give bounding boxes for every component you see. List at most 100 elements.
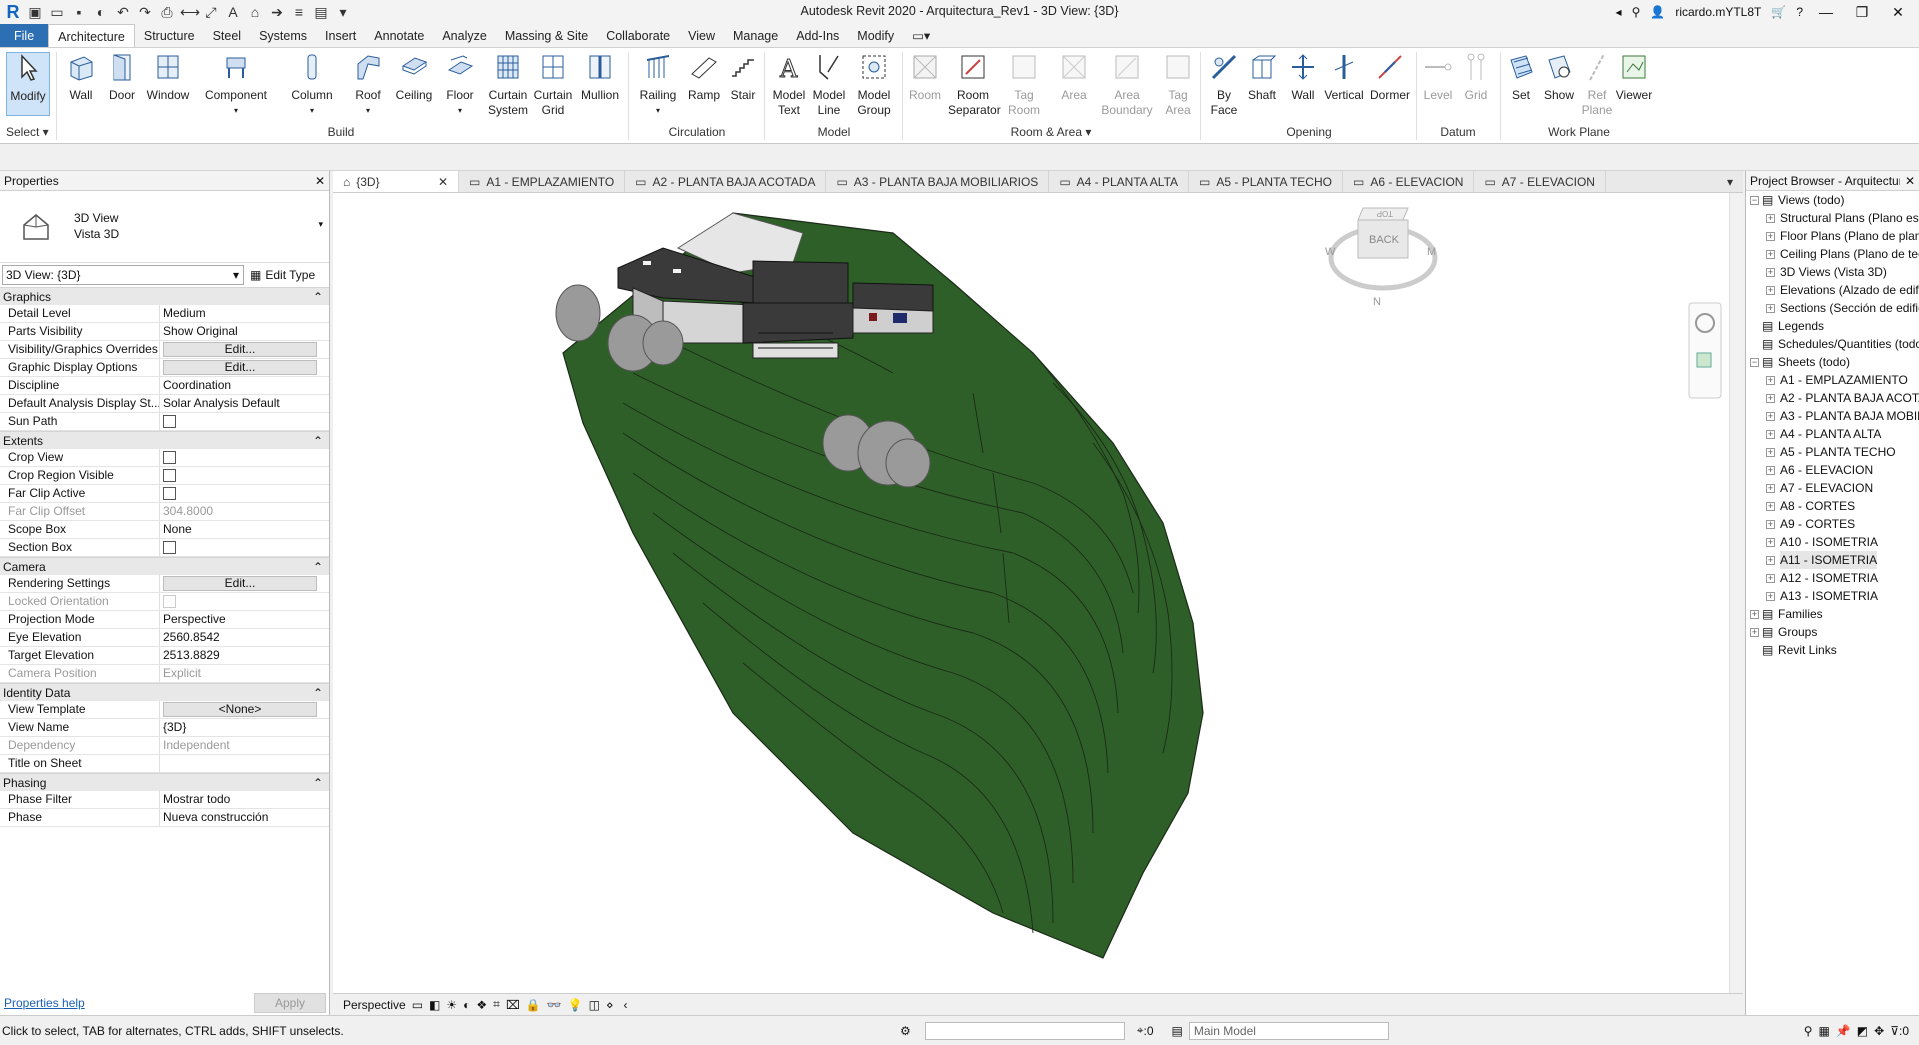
parts-visibility-value[interactable]: Show Original [160, 323, 329, 340]
column-button[interactable]: Column ▾ [286, 52, 338, 118]
browser-tree-item[interactable]: + Sections (Sección de edificio) [1746, 299, 1919, 317]
expand-icon[interactable]: + [1766, 556, 1775, 565]
view-template-button[interactable]: <None> [163, 702, 317, 717]
close-icon[interactable]: ✕ [1905, 174, 1915, 188]
tab-analyze[interactable]: Analyze [433, 24, 495, 47]
door-button[interactable]: Door [104, 52, 140, 103]
railing-button[interactable]: Railing ▾ [636, 52, 680, 118]
stair-button[interactable]: Stair [726, 52, 760, 103]
rendering-icon[interactable]: ❖ [476, 998, 487, 1012]
tab-annotate[interactable]: Annotate [365, 24, 433, 47]
curtain-grid-button[interactable]: Curtain Grid [532, 52, 574, 118]
tab-structure[interactable]: Structure [135, 24, 204, 47]
browser-tree-item[interactable]: ▤ Revit Links [1746, 641, 1919, 659]
tab-architecture[interactable]: Architecture [48, 24, 135, 47]
vg-overrides-edit-button[interactable]: Edit... [163, 342, 317, 357]
model-text-button[interactable]: A Model Text [770, 52, 808, 118]
expand-icon[interactable]: + [1750, 610, 1759, 619]
shaft-button[interactable]: Shaft [1242, 52, 1282, 103]
graphic-display-edit-button[interactable]: Edit... [163, 360, 317, 375]
tag-room-button[interactable]: Tag Room [1004, 52, 1044, 118]
expand-icon[interactable]: + [1766, 574, 1775, 583]
user-icon[interactable]: 👤 [1650, 5, 1665, 19]
ceiling-button[interactable]: Ceiling [392, 52, 436, 103]
sun-path-checkbox[interactable] [163, 415, 176, 428]
rendering-settings-edit-button[interactable]: Edit... [163, 576, 317, 591]
editable-only-icon[interactable]: ▤ [1172, 1024, 1183, 1038]
by-face-button[interactable]: By Face [1206, 52, 1242, 118]
discipline-value[interactable]: Coordination [160, 377, 329, 394]
room-area-panel-dropdown[interactable]: Room & Area ▾ [904, 125, 1198, 139]
close-window-button[interactable]: ✕ [1885, 4, 1911, 21]
title-on-sheet-value[interactable] [160, 755, 329, 772]
scope-box-value[interactable]: None [160, 521, 329, 538]
floor-button[interactable]: Floor ▾ [440, 52, 480, 118]
navigation-bar[interactable] [1688, 302, 1722, 399]
tab-sheet[interactable]: ▭ A3 - PLANTA BAJA MOBILIARIOS [826, 171, 1050, 192]
room-button[interactable]: Room [906, 52, 944, 103]
viewcube-face-top[interactable]: TOP [1377, 209, 1393, 218]
instance-filter-select[interactable]: 3D View: {3D} [2, 265, 244, 285]
model-group-button[interactable]: Model Group [852, 52, 896, 118]
wall-button[interactable]: Wall [62, 52, 100, 103]
group-camera[interactable]: Camera ⌃ [0, 557, 329, 575]
close-icon[interactable]: ✕ [315, 174, 325, 188]
show-button[interactable]: Show [1540, 52, 1578, 103]
far-clip-active-checkbox[interactable] [163, 487, 176, 500]
select-underlay-icon[interactable]: ▦ [1818, 1024, 1829, 1038]
expand-icon[interactable]: + [1766, 394, 1775, 403]
restore-button[interactable]: ❐ [1849, 4, 1875, 21]
expand-icon[interactable]: + [1766, 466, 1775, 475]
browser-tree-item[interactable]: + A13 - ISOMETRIA [1746, 587, 1919, 605]
tab-sheet[interactable]: ▭ A5 - PLANTA TECHO [1189, 171, 1343, 192]
shadows-icon[interactable]: ◐ [463, 998, 470, 1012]
tab-systems[interactable]: Systems [250, 24, 316, 47]
close-tab-icon[interactable]: ✕ [438, 171, 448, 193]
projection-mode-label[interactable]: Perspective [343, 998, 406, 1012]
browser-tree-item[interactable]: − ▤ Sheets (todo) [1746, 353, 1919, 371]
wall-opening-button[interactable]: Wall [1286, 52, 1320, 103]
expand-icon[interactable]: + [1766, 304, 1775, 313]
crop-icon[interactable]: ⌗ [493, 997, 500, 1012]
viewer-button[interactable]: Viewer [1614, 52, 1654, 103]
browser-tree-item[interactable]: + Structural Plans (Plano estructural) [1746, 209, 1919, 227]
ramp-button[interactable]: Ramp [686, 52, 722, 103]
binoculars-icon[interactable]: ⚲ [1632, 5, 1641, 19]
tag-area-button[interactable]: Tag Area [1160, 52, 1196, 118]
model-line-button[interactable]: Model Line [810, 52, 848, 118]
apply-button[interactable]: Apply [254, 993, 326, 1013]
user-name[interactable]: ricardo.mYTL8T [1675, 5, 1761, 19]
expand-icon[interactable]: + [1766, 412, 1775, 421]
collapse-icon[interactable]: − [1750, 358, 1759, 367]
grid-button[interactable]: Grid [1458, 52, 1494, 103]
group-identity-data[interactable]: Identity Data ⌃ [0, 683, 329, 701]
browser-tree-item[interactable]: ▤ Schedules/Quantities (todo) [1746, 335, 1919, 353]
browser-tree-item[interactable]: + A12 - ISOMETRIA [1746, 569, 1919, 587]
select-panel-dropdown[interactable]: Select ▾ [2, 125, 54, 139]
scale-icon[interactable]: ▭ [412, 998, 423, 1012]
help-icon[interactable]: ? [1796, 5, 1803, 19]
viewcube[interactable]: N W M BACK TOP [1325, 207, 1438, 308]
back-arrow-icon[interactable]: ◂ [1616, 5, 1622, 19]
compass-east[interactable]: M [1427, 246, 1436, 258]
eye-elevation-value[interactable]: 2560.8542 [160, 629, 329, 646]
filter-icon[interactable]: ⊽ [1890, 1024, 1899, 1038]
tab-add-ins[interactable]: Add-Ins [787, 24, 848, 47]
contextual-tab-dropdown[interactable]: ▭▾ [903, 24, 939, 47]
tab-collaborate[interactable]: Collaborate [597, 24, 679, 47]
expand-icon[interactable]: + [1766, 448, 1775, 457]
curtain-system-button[interactable]: Curtain System [486, 52, 530, 118]
expand-icon[interactable]: + [1766, 520, 1775, 529]
window-button[interactable]: Window [142, 52, 194, 103]
zoom-icon[interactable] [1696, 352, 1712, 368]
temp-hide-icon[interactable]: 👓 [547, 998, 562, 1012]
browser-tree-item[interactable]: + A8 - CORTES [1746, 497, 1919, 515]
browser-tree-item[interactable]: + ▤ Groups [1746, 623, 1919, 641]
browser-tree-item[interactable]: + Ceiling Plans (Plano de techo) [1746, 245, 1919, 263]
lock-3d-icon[interactable]: 🔒 [526, 998, 541, 1012]
target-elevation-value[interactable]: 2513.8829 [160, 647, 329, 664]
expand-icon[interactable]: + [1766, 286, 1775, 295]
mullion-button[interactable]: Mullion [578, 52, 622, 103]
tab-3d-view[interactable]: ⌂ {3D} ✕ [333, 171, 459, 192]
expand-icon[interactable]: + [1750, 628, 1759, 637]
